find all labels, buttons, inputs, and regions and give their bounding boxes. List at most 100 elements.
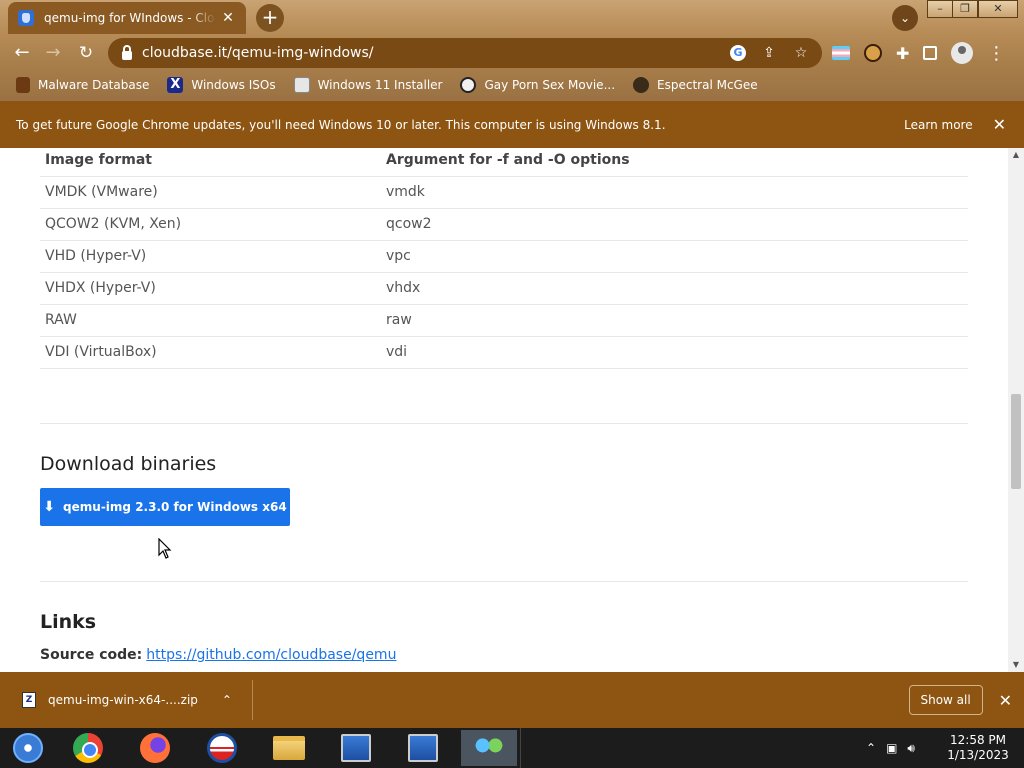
format-name-cell: VMDK (VMware) (40, 176, 381, 209)
source-code-link[interactable]: https://github.com/cloudbase/qemu (146, 647, 396, 663)
header-image-format: Image format (40, 148, 381, 177)
table-row: VHDX (Hyper-V) vhdx (40, 272, 968, 305)
lock-icon[interactable] (122, 44, 132, 60)
show-hidden-icons-chevron-icon[interactable]: ⌃ (866, 741, 876, 755)
format-arg-cell: vdi (381, 336, 968, 369)
bookmark-windows-isos[interactable]: X Windows ISOs (167, 77, 276, 93)
format-arg-cell: vpc (381, 240, 968, 273)
format-name-cell: VHD (Hyper-V) (40, 240, 381, 273)
bookmark-label: Windows 11 Installer (317, 78, 443, 92)
taskbar-people-app[interactable] (461, 730, 517, 766)
close-tab-icon[interactable]: ✕ (220, 10, 236, 26)
table-row: RAW raw (40, 304, 968, 337)
links-heading: Links (40, 611, 97, 633)
start-button[interactable] (0, 730, 56, 766)
flag-extension-icon[interactable] (832, 46, 850, 60)
header-argument: Argument for -f and -O options (381, 148, 968, 177)
scroll-up-arrow-icon[interactable]: ▲ (1008, 148, 1024, 162)
minimize-window-button[interactable]: – (927, 0, 953, 18)
site-logo-icon (460, 77, 477, 93)
page-scrollbar[interactable]: ▲ ▼ (1008, 148, 1024, 672)
taskbar-separator (520, 728, 521, 768)
taskbar-chrome[interactable] (60, 730, 116, 766)
chrome-icon (73, 733, 103, 763)
taskbar-network-app-1[interactable] (328, 730, 384, 766)
firefox-icon (140, 733, 170, 763)
bookmark-star-icon[interactable]: ☆ (792, 45, 810, 61)
windows-taskbar: ⌃ ▣ 🔊︎ 12:58 PM 1/13/2023 (0, 728, 1024, 768)
update-infobar: To get future Google Chrome updates, you… (0, 101, 1024, 148)
taskbar-clock[interactable]: 12:58 PM 1/13/2023 (940, 733, 1016, 763)
taskbar-firefox[interactable] (127, 730, 183, 766)
format-name-cell: QCOW2 (KVM, Xen) (40, 208, 381, 241)
extensions-area: ✚ ⋮ (832, 42, 1005, 64)
taskbar-obama-app[interactable] (194, 730, 250, 766)
format-arg-cell: vhdx (381, 272, 968, 305)
bookmark-windows-11-installer[interactable]: Windows 11 Installer (293, 77, 443, 93)
image-thumbnail-icon (293, 77, 310, 93)
taskbar-network-app-2[interactable] (395, 730, 451, 766)
mouse-pointer-icon (158, 538, 172, 559)
url-text[interactable]: cloudbase.it/qemu-img-windows/ (142, 45, 374, 61)
tab-strip: qemu-img for WIndows - Cloudbase ✕ + ⌄ –… (0, 0, 1024, 34)
table-row: VDI (VirtualBox) vdi (40, 336, 968, 369)
learn-more-link[interactable]: Learn more (904, 118, 972, 132)
side-panel-icon[interactable] (923, 46, 938, 60)
bookmark-label: Gay Porn Sex Movie... (484, 78, 616, 92)
omnibox-actions: G ⇪ ☆ (730, 45, 810, 61)
page-content: Image format Argument for -f and -O opti… (0, 148, 1008, 672)
start-orb-icon (13, 733, 43, 763)
address-bar[interactable]: cloudbase.it/qemu-img-windows/ G ⇪ ☆ (108, 38, 822, 68)
malware-database-icon (16, 77, 30, 93)
infobar-message: To get future Google Chrome updates, you… (16, 117, 666, 132)
obama-logo-icon (207, 733, 237, 763)
tab-search-icon[interactable]: ⌄ (892, 5, 918, 31)
table-row: QCOW2 (KVM, Xen) qcow2 (40, 208, 968, 241)
tab-qemu-img[interactable]: qemu-img for WIndows - Cloudbase ✕ (8, 2, 246, 34)
download-options-chevron-icon[interactable]: ⌃ (222, 693, 232, 707)
volume-icon[interactable]: 🔊︎ (907, 741, 915, 756)
scroll-thumb[interactable] (1011, 394, 1021, 489)
section-divider (40, 423, 968, 424)
zip-file-icon[interactable]: Z (22, 692, 36, 708)
bookmark-espectral-mcgee[interactable]: Espectral McGee (633, 77, 758, 93)
bookmark-malware-database[interactable]: Malware Database (16, 77, 149, 93)
character-avatar-icon (633, 77, 650, 93)
taskbar-file-explorer[interactable] (261, 730, 317, 766)
browser-chrome: qemu-img for WIndows - Cloudbase ✕ + ⌄ –… (0, 0, 1024, 101)
profile-avatar-icon[interactable] (951, 42, 974, 64)
format-arg-cell: vmdk (381, 176, 968, 209)
show-all-downloads-button[interactable]: Show all (908, 685, 983, 715)
close-shelf-icon[interactable]: ✕ (999, 691, 1012, 710)
downloaded-file-name[interactable]: qemu-img-win-x64-....zip (48, 693, 198, 707)
menu-kebab-icon[interactable]: ⋮ (987, 43, 1005, 64)
image-formats-table: Image format Argument for -f and -O opti… (40, 148, 968, 369)
extensions-puzzle-icon[interactable]: ✚ (896, 44, 909, 63)
share-icon[interactable]: ⇪ (760, 45, 778, 61)
google-lens-icon[interactable]: G (730, 45, 746, 61)
download-binaries-heading: Download binaries (40, 453, 217, 475)
format-arg-cell: raw (381, 304, 968, 337)
download-qemu-img-button[interactable]: ⬇ qemu-img 2.3.0 for Windows x64 (40, 488, 290, 526)
bookmark-label: Malware Database (38, 78, 150, 92)
network-computer-icon (408, 734, 438, 762)
close-infobar-icon[interactable]: ✕ (993, 115, 1006, 134)
scroll-down-arrow-icon[interactable]: ▼ (1008, 658, 1024, 672)
reload-icon[interactable]: ↻ (73, 40, 99, 66)
maximize-window-button[interactable]: ❐ (952, 0, 978, 18)
close-window-button[interactable]: ✕ (978, 0, 1018, 18)
source-code-line: Source code: https://github.com/cloudbase… (40, 647, 396, 663)
bookmark-label: Windows ISOs (191, 78, 276, 92)
bookmark-movie-site[interactable]: Gay Porn Sex Movie... (460, 77, 615, 93)
forward-arrow-icon[interactable]: → (40, 40, 66, 66)
table-header-row: Image format Argument for -f and -O opti… (40, 148, 968, 177)
new-tab-button[interactable]: + (256, 4, 284, 32)
clock-date: 1/13/2023 (947, 748, 1009, 762)
face-extension-icon[interactable] (864, 44, 882, 62)
network-icon[interactable]: ▣ (886, 741, 897, 755)
system-tray: ⌃ ▣ 🔊︎ (866, 728, 915, 768)
back-arrow-icon[interactable]: ← (9, 40, 35, 66)
tab-title: qemu-img for WIndows - Cloudbase (44, 11, 216, 25)
shelf-divider (251, 680, 253, 720)
download-icon: ⬇ (43, 499, 56, 515)
